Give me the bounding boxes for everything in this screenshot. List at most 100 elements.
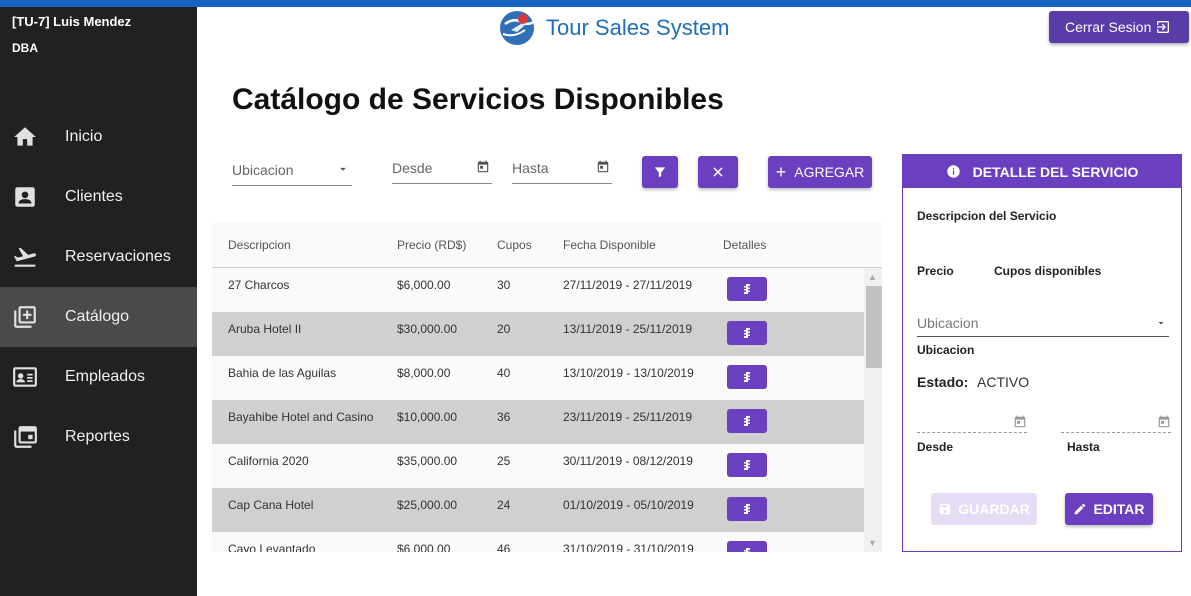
cell-cupos: 20: [497, 322, 511, 336]
cell-precio: $30,000.00: [397, 322, 458, 336]
column-header-detalles: Detalles: [723, 238, 767, 252]
plus-icon: +: [775, 161, 787, 182]
table-row[interactable]: 27 Charcos $6,000.00 30 27/11/2019 - 27/…: [212, 268, 864, 312]
table-row[interactable]: Cayo Levantado $6,000.00 46 31/10/2019 -…: [212, 532, 864, 552]
cell-descripcion: Bayahibe Hotel and Casino: [228, 410, 374, 424]
details-icon: [744, 504, 750, 514]
sidebar-item-label: Inicio: [65, 128, 103, 145]
scroll-thumb[interactable]: [866, 286, 882, 368]
sidebar-item-reportes[interactable]: Reportes: [0, 407, 197, 467]
detail-ubicacion-select[interactable]: Ubicacion: [917, 313, 1169, 337]
sidebar-item-clientes[interactable]: Clientes: [0, 167, 197, 227]
cell-descripcion: California 2020: [228, 454, 309, 468]
column-header-precio[interactable]: Precio (RD$): [397, 238, 466, 252]
calendar-icon[interactable]: [1157, 415, 1171, 429]
filter-button[interactable]: [642, 156, 678, 188]
cell-fecha: 13/10/2019 - 13/10/2019: [563, 366, 694, 380]
calendar-icon[interactable]: [596, 160, 610, 174]
edit-button[interactable]: EDITAR: [1065, 493, 1153, 525]
details-button[interactable]: [727, 277, 767, 301]
descripcion-label: Descripcion del Servicio: [917, 209, 1057, 223]
details-icon: [744, 460, 750, 470]
detail-hasta-field[interactable]: [1061, 413, 1171, 433]
detail-desde-field[interactable]: [917, 413, 1027, 433]
ubicacion-select[interactable]: Ubicacion: [232, 156, 352, 186]
sidebar-item-inicio[interactable]: Inicio: [0, 107, 197, 167]
sidebar-item-label: Reservaciones: [65, 248, 171, 265]
add-button-label: AGREGAR: [794, 164, 865, 180]
clear-filter-button[interactable]: [698, 156, 738, 188]
cell-fecha: 30/11/2019 - 08/12/2019: [563, 454, 693, 468]
sidebar-item-catalogo[interactable]: Catálogo: [0, 287, 197, 347]
contact-icon: [15, 187, 35, 207]
sidebar-item-reservaciones[interactable]: Reservaciones: [0, 227, 197, 287]
details-button[interactable]: [727, 541, 767, 552]
sidebar-item-label: Clientes: [65, 188, 123, 205]
cell-descripcion: 27 Charcos: [228, 278, 290, 292]
table-row[interactable]: Aruba Hotel II $30,000.00 20 13/11/2019 …: [212, 312, 864, 356]
calendar-icon[interactable]: [476, 160, 490, 174]
calendar-icon: [14, 426, 37, 448]
app-brand: Tour Sales System: [497, 8, 729, 48]
column-header-cupos[interactable]: Cupos: [497, 238, 532, 252]
hasta-date-field[interactable]: Hasta: [512, 154, 612, 184]
user-name: [TU-7] Luis Mendez: [12, 14, 132, 29]
column-header-fecha[interactable]: Fecha Disponible: [563, 238, 656, 252]
add-button[interactable]: + AGREGAR: [768, 156, 872, 188]
logout-label: Cerrar Sesion: [1065, 19, 1152, 35]
calendar-icon[interactable]: [1013, 415, 1027, 429]
details-button[interactable]: [727, 365, 767, 389]
table-scrollbar[interactable]: ▲ ▼: [864, 268, 882, 552]
user-role: DBA: [12, 41, 38, 55]
column-header-descripcion[interactable]: Descripcion: [228, 238, 291, 252]
cell-fecha: 13/11/2019 - 25/11/2019: [563, 322, 692, 336]
table-row[interactable]: Bahia de las Aguilas $8,000.00 40 13/10/…: [212, 356, 864, 400]
service-detail-panel: DETALLE DEL SERVICIO Descripcion del Ser…: [902, 154, 1182, 552]
globe-plane-logo-icon: [500, 11, 534, 45]
cell-cupos: 36: [497, 410, 511, 424]
top-accent-bar: [0, 0, 1191, 7]
details-icon: [744, 328, 750, 338]
table-row[interactable]: Cap Cana Hotel $25,000.00 24 01/10/2019 …: [212, 488, 864, 532]
sidebar-item-label: Reportes: [65, 428, 130, 445]
cell-precio: $8,000.00: [397, 366, 451, 380]
cell-precio: $35,000.00: [397, 454, 458, 468]
details-button[interactable]: [727, 453, 767, 477]
cell-precio: $6,000.00: [397, 542, 451, 552]
table-row[interactable]: Bayahibe Hotel and Casino $10,000.00 36 …: [212, 400, 864, 444]
scroll-up-arrow-icon[interactable]: ▲: [868, 272, 877, 282]
table-body: 27 Charcos $6,000.00 30 27/11/2019 - 27/…: [212, 268, 864, 552]
desde-date-field[interactable]: Desde: [392, 154, 492, 184]
scroll-down-arrow-icon[interactable]: ▼: [868, 538, 877, 548]
ubicacion-label: Ubicacion: [917, 343, 975, 357]
save-button[interactable]: GUARDAR: [931, 493, 1037, 525]
table-header: Descripcion Precio (RD$) Cupos Fecha Dis…: [212, 222, 882, 268]
cell-cupos: 24: [497, 498, 511, 512]
cell-precio: $6,000.00: [397, 278, 451, 292]
logout-button[interactable]: Cerrar Sesion: [1049, 11, 1189, 43]
details-button[interactable]: [727, 321, 767, 345]
close-icon: [713, 167, 723, 177]
desde-field-label: Desde: [392, 160, 433, 176]
detail-header: DETALLE DEL SERVICIO: [903, 155, 1181, 188]
cell-cupos: 40: [497, 366, 511, 380]
cell-descripcion: Aruba Hotel II: [228, 322, 302, 336]
hasta-field-label: Hasta: [512, 160, 549, 176]
cell-descripcion: Bahia de las Aguilas: [228, 366, 337, 380]
exit-icon: [1157, 21, 1169, 33]
details-icon: [744, 284, 750, 294]
precio-label: Precio: [917, 264, 954, 278]
sidebar-item-empleados[interactable]: Empleados: [0, 347, 197, 407]
cupos-label: Cupos disponibles: [994, 264, 1102, 278]
page-title: Catálogo de Servicios Disponibles: [232, 83, 724, 116]
sidebar: [TU-7] Luis Mendez DBA Inicio Clientes R…: [0, 7, 197, 596]
sidebar-item-label: Empleados: [65, 368, 146, 385]
details-button[interactable]: [727, 497, 767, 521]
cell-cupos: 30: [497, 278, 511, 292]
flight-icon: [13, 247, 36, 267]
sidebar-nav: Inicio Clientes Reservaciones Catálogo E…: [0, 107, 197, 467]
home-icon: [14, 127, 36, 146]
table-row[interactable]: California 2020 $35,000.00 25 30/11/2019…: [212, 444, 864, 488]
ubicacion-select-label: Ubicacion: [232, 162, 294, 178]
details-button[interactable]: [727, 409, 767, 433]
